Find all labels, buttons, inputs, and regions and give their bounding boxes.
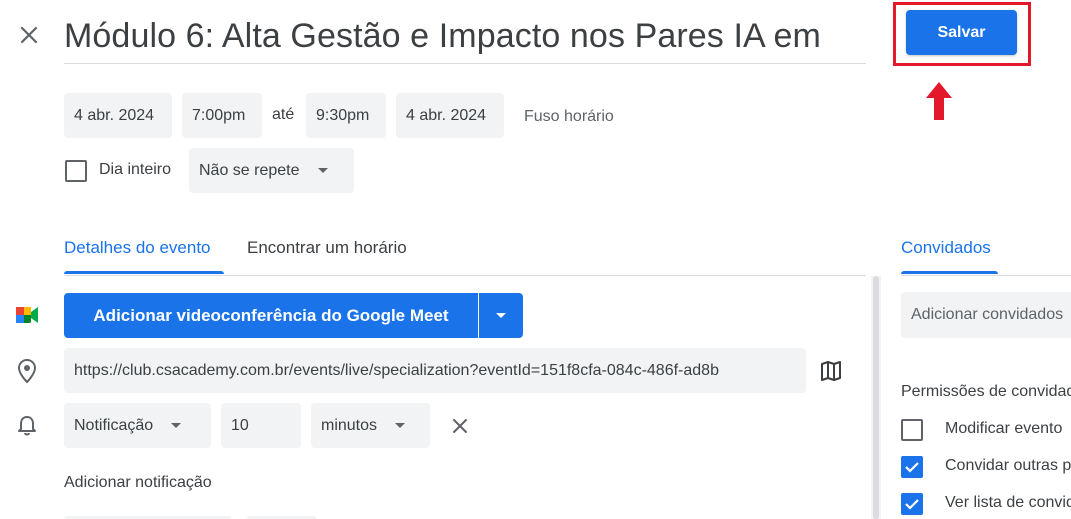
permission-modify-label: Modificar evento — [945, 420, 1063, 437]
repeat-value: Não se repete — [199, 161, 300, 179]
notification-type-value: Notificação — [74, 416, 154, 434]
permission-modify-checkbox[interactable] — [901, 419, 923, 441]
active-tab-indicator — [64, 271, 224, 274]
add-notification-link[interactable]: Adicionar notificação — [64, 474, 212, 492]
bell-icon — [16, 414, 38, 438]
title-field[interactable]: Módulo 6: Alta Gestão e Impacto nos Pare… — [64, 8, 866, 64]
tabs-divider — [64, 275, 866, 276]
all-day-label: Dia inteiro — [99, 161, 172, 178]
until-label: até — [272, 106, 295, 123]
add-guests-input[interactable]: Adicionar convidados — [901, 292, 1071, 338]
close-button[interactable] — [14, 20, 44, 50]
chevron-down-icon — [496, 313, 506, 318]
notification-type-select[interactable]: Notificação — [64, 403, 211, 448]
clear-icon — [453, 419, 467, 433]
end-date-picker[interactable]: 4 abr. 2024 — [396, 93, 504, 138]
permission-see-list-label: Ver lista de convidados — [945, 494, 1071, 511]
close-icon — [20, 26, 38, 44]
location-pin-icon — [16, 358, 38, 384]
permission-see-list-checkbox[interactable] — [901, 493, 923, 515]
start-date-picker[interactable]: 4 abr. 2024 — [64, 93, 172, 138]
all-day-checkbox[interactable] — [65, 160, 87, 182]
meet-options-dropdown[interactable] — [479, 293, 523, 338]
chevron-down-icon — [317, 168, 328, 173]
save-button[interactable]: Salvar — [906, 10, 1017, 55]
check-icon — [905, 462, 919, 473]
tab-guests[interactable]: Convidados — [901, 238, 991, 258]
repeat-select[interactable]: Não se repete — [189, 148, 354, 193]
remove-notification-button[interactable] — [448, 414, 472, 438]
chevron-down-icon — [395, 423, 406, 428]
event-editor: Módulo 6: Alta Gestão e Impacto nos Pare… — [0, 0, 1071, 519]
guests-tab-indicator — [901, 271, 998, 274]
guest-permissions-title: Permissões de convidados — [901, 383, 1071, 400]
open-map-button[interactable] — [819, 359, 843, 383]
permission-invite-label: Convidar outras pessoas — [945, 457, 1071, 474]
end-time-picker[interactable]: 9:30pm — [306, 93, 386, 138]
arrow-up-icon — [926, 82, 952, 120]
check-icon — [905, 499, 919, 510]
details-scrollbar-thumb[interactable] — [873, 276, 879, 519]
guests-tabs-divider — [901, 275, 1071, 276]
location-input[interactable]: https://club.csacademy.com.br/events/liv… — [64, 348, 806, 393]
map-icon — [821, 361, 841, 381]
tab-find-time[interactable]: Encontrar um horário — [247, 238, 407, 258]
tab-event-details[interactable]: Detalhes do evento — [64, 238, 211, 258]
notification-amount-input[interactable]: 10 — [221, 403, 301, 448]
start-time-picker[interactable]: 7:00pm — [182, 93, 262, 138]
google-meet-icon — [14, 304, 40, 326]
event-title: Módulo 6: Alta Gestão e Impacto nos Pare… — [64, 17, 821, 55]
add-google-meet-button[interactable]: Adicionar videoconferência do Google Mee… — [64, 293, 478, 338]
permission-invite-checkbox[interactable] — [901, 456, 923, 478]
chevron-down-icon — [171, 423, 182, 428]
notification-unit-value: minutos — [321, 416, 378, 434]
timezone-button[interactable]: Fuso horário — [524, 108, 614, 126]
notification-unit-select[interactable]: minutos — [311, 403, 430, 448]
